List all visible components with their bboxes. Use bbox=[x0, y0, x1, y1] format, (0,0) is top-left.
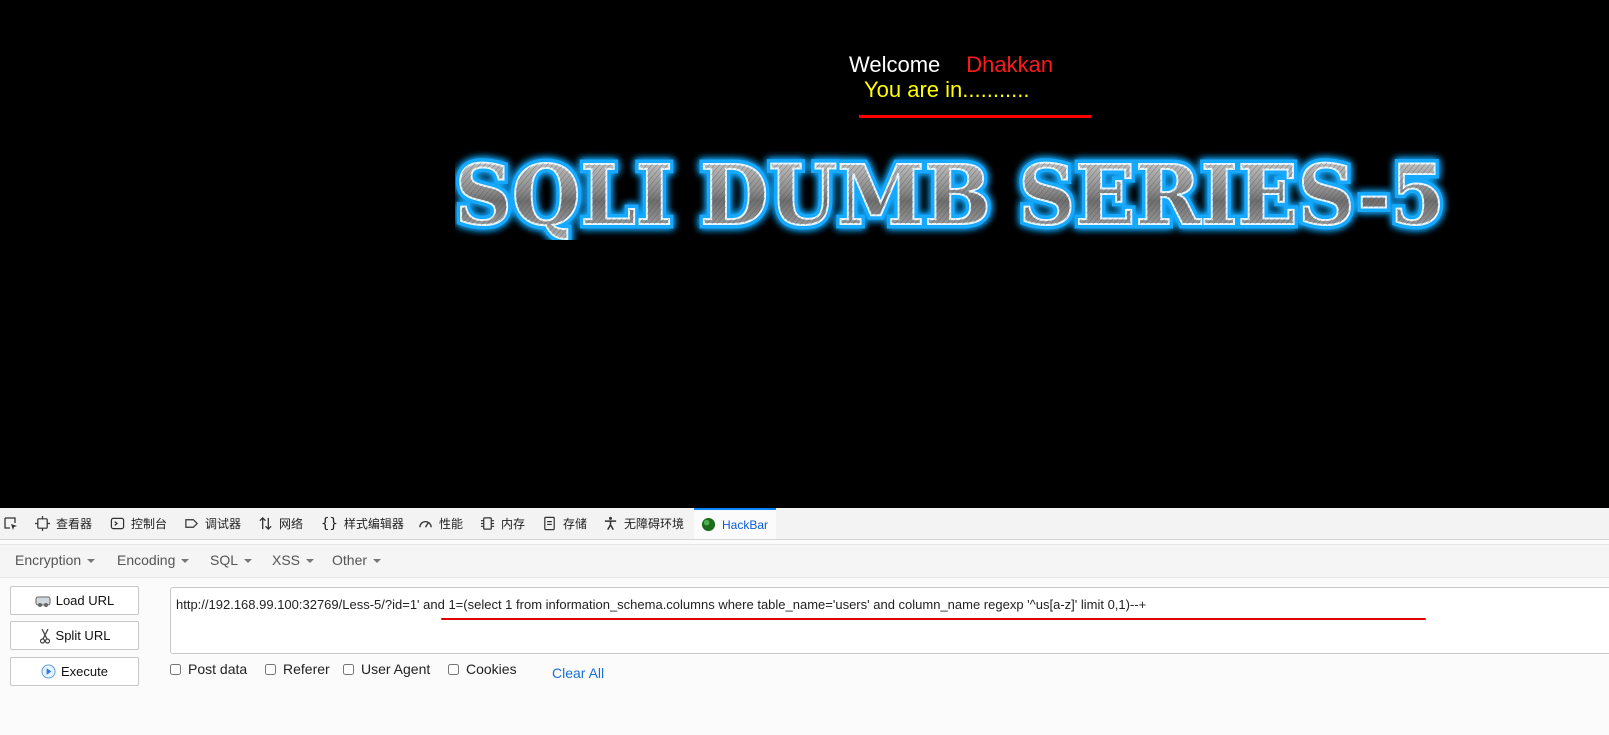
element-picker-button[interactable] bbox=[3, 508, 25, 539]
devtools-panel: 查看器 控制台 调试器 网络 {} 样式编辑器 性能 内存 存储 无障碍环境 H… bbox=[0, 508, 1609, 735]
storage-icon bbox=[544, 516, 555, 531]
caret-down-icon bbox=[373, 559, 382, 564]
banner-texture: SQLI DUMB SERIES-5 bbox=[455, 150, 1445, 240]
status-message: You are in........... bbox=[864, 77, 1030, 102]
tab-style-editor[interactable]: {} 样式编辑器 bbox=[321, 508, 404, 539]
memory-icon bbox=[480, 517, 495, 530]
tab-inspector[interactable]: 查看器 bbox=[35, 508, 92, 539]
load-url-button[interactable]: Load URL bbox=[10, 586, 139, 615]
tab-memory[interactable]: 内存 bbox=[480, 508, 525, 539]
tab-label: HackBar bbox=[722, 517, 769, 532]
url-textarea[interactable]: http://192.168.99.100:32769/Less-5/?id=1… bbox=[170, 587, 1609, 654]
caret-down-icon bbox=[87, 559, 96, 564]
cookies-checkbox[interactable] bbox=[448, 663, 459, 675]
divider bbox=[859, 115, 1091, 118]
welcome-username: Dhakkan bbox=[966, 52, 1054, 77]
accessibility-icon bbox=[604, 516, 617, 530]
url-value[interactable]: http://192.168.99.100:32769/Less-5/?id=1… bbox=[176, 597, 1146, 612]
hackbar-menu: Encryption Encoding SQL XSS Other bbox=[0, 544, 1609, 578]
tab-label: 控制台 bbox=[131, 517, 168, 531]
tab-label: 性能 bbox=[439, 517, 464, 531]
tab-label: 网络 bbox=[279, 517, 304, 531]
menu-xss[interactable]: XSS bbox=[272, 552, 315, 568]
tab-label: 样式编辑器 bbox=[343, 517, 404, 531]
tab-performance[interactable]: 性能 bbox=[418, 508, 463, 539]
tab-label: 调试器 bbox=[205, 517, 242, 531]
tab-accessibility[interactable]: 无障碍环境 bbox=[603, 508, 684, 539]
load-url-icon bbox=[35, 596, 51, 607]
post-data-checkbox[interactable] bbox=[170, 663, 181, 675]
play-icon bbox=[41, 664, 56, 679]
scissors-icon bbox=[39, 628, 50, 644]
caret-down-icon bbox=[244, 559, 253, 564]
tab-label: 内存 bbox=[501, 517, 526, 531]
tab-console[interactable]: 控制台 bbox=[110, 508, 167, 539]
user-agent-option[interactable]: User Agent bbox=[343, 661, 430, 677]
referer-checkbox[interactable] bbox=[265, 663, 276, 675]
post-data-option[interactable]: Post data bbox=[170, 661, 247, 677]
tab-storage[interactable]: 存储 bbox=[542, 508, 587, 539]
hackbar-icon bbox=[701, 517, 716, 532]
console-icon bbox=[110, 517, 125, 530]
welcome-text: Welcome bbox=[849, 52, 941, 77]
caret-down-icon bbox=[181, 559, 190, 564]
welcome-line: Welcome Dhakkan bbox=[849, 52, 1053, 78]
tab-network[interactable]: 网络 bbox=[258, 508, 303, 539]
performance-icon bbox=[419, 521, 432, 528]
inspector-icon bbox=[35, 516, 50, 531]
element-picker-icon bbox=[4, 516, 17, 530]
tab-label: 存储 bbox=[563, 517, 588, 531]
menu-other[interactable]: Other bbox=[332, 552, 382, 568]
network-icon bbox=[259, 516, 272, 531]
execute-button[interactable]: Execute bbox=[10, 657, 139, 686]
referer-option[interactable]: Referer bbox=[265, 661, 330, 677]
annotation-underline bbox=[441, 618, 1426, 620]
menu-encoding[interactable]: Encoding bbox=[117, 552, 190, 568]
banner-title-image: SQLI DUMB SERIES-5 SQLI DUMB SERIES-5 SQ… bbox=[455, 150, 1450, 240]
menu-sql[interactable]: SQL bbox=[210, 552, 253, 568]
menu-encryption[interactable]: Encryption bbox=[15, 552, 96, 568]
split-url-button[interactable]: Split URL bbox=[10, 621, 139, 650]
tab-label: 无障碍环境 bbox=[624, 517, 685, 531]
debugger-icon bbox=[185, 519, 198, 528]
tab-debugger[interactable]: 调试器 bbox=[184, 508, 241, 539]
cookies-option[interactable]: Cookies bbox=[448, 661, 517, 677]
page-content: Welcome Dhakkan You are in........... SQL… bbox=[0, 0, 1609, 508]
clear-all-link[interactable]: Clear All bbox=[552, 665, 604, 681]
tab-hackbar[interactable]: HackBar bbox=[694, 508, 777, 539]
caret-down-icon bbox=[306, 559, 315, 564]
devtools-toolbar: 查看器 控制台 调试器 网络 {} 样式编辑器 性能 内存 存储 无障碍环境 H… bbox=[0, 508, 1609, 540]
tab-label: 查看器 bbox=[56, 517, 93, 531]
user-agent-checkbox[interactable] bbox=[343, 663, 354, 675]
style-editor-icon: {} bbox=[321, 515, 338, 532]
